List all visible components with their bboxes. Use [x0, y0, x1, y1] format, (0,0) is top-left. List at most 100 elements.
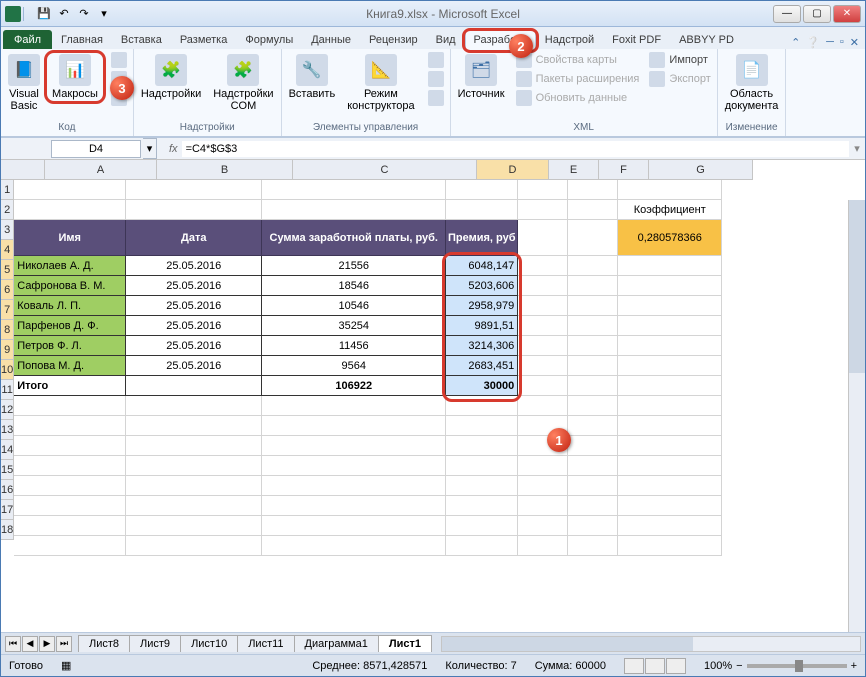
- cell-coef-value[interactable]: 0,280578366: [618, 220, 722, 256]
- cell-F15[interactable]: [568, 476, 618, 496]
- cell-G18[interactable]: [618, 536, 722, 556]
- cell-B16[interactable]: [126, 496, 262, 516]
- namebox-dropdown[interactable]: ▾: [143, 138, 157, 159]
- cell-date-8[interactable]: 25.05.2016: [126, 336, 262, 356]
- cell-E3[interactable]: [518, 220, 568, 256]
- formula-bar[interactable]: [182, 141, 849, 157]
- cell-name-5[interactable]: Сафронова В. М.: [14, 276, 126, 296]
- cell-A12[interactable]: [14, 416, 126, 436]
- row-header-6[interactable]: 6: [1, 280, 14, 300]
- sheet-tab-Лист11[interactable]: Лист11: [237, 635, 294, 652]
- cell-E16[interactable]: [518, 496, 568, 516]
- redo-button[interactable]: ↷: [75, 5, 93, 23]
- cell-B18[interactable]: [126, 536, 262, 556]
- insert-control-button[interactable]: 🔧 Вставить: [284, 51, 341, 103]
- cell-sum-6[interactable]: 10546: [262, 296, 446, 316]
- cell-B15[interactable]: [126, 476, 262, 496]
- view-layout-button[interactable]: [645, 658, 665, 674]
- row-header-1[interactable]: 1: [1, 180, 14, 200]
- tab-abbyy[interactable]: ABBYY PD: [670, 30, 743, 49]
- cell-bonus-4[interactable]: 6048,147: [446, 256, 518, 276]
- design-mode-button[interactable]: 📐 Режим конструктора: [342, 51, 419, 115]
- cell-E9[interactable]: [518, 356, 568, 376]
- header-name[interactable]: Имя: [14, 220, 126, 256]
- cell-E2[interactable]: [518, 200, 568, 220]
- sheet-nav-next[interactable]: ▶: [39, 636, 55, 652]
- row-header-7[interactable]: 7: [1, 300, 14, 320]
- cell-G5[interactable]: [618, 276, 722, 296]
- zoom-thumb[interactable]: [795, 660, 803, 672]
- cell-C18[interactable]: [262, 536, 446, 556]
- cell-B1[interactable]: [126, 180, 262, 200]
- cell-date-7[interactable]: 25.05.2016: [126, 316, 262, 336]
- cell-F10[interactable]: [568, 376, 618, 396]
- cell-A15[interactable]: [14, 476, 126, 496]
- cell-F14[interactable]: [568, 456, 618, 476]
- cell-sum-8[interactable]: 11456: [262, 336, 446, 356]
- row-header-9[interactable]: 9: [1, 340, 14, 360]
- cell-D13[interactable]: [446, 436, 518, 456]
- sheet-nav-last[interactable]: ⏭: [56, 636, 72, 652]
- col-header-F[interactable]: F: [599, 160, 649, 180]
- tab-developer[interactable]: Разработч: [465, 30, 536, 50]
- close-button[interactable]: ✕: [833, 5, 861, 23]
- cell-date-5[interactable]: 25.05.2016: [126, 276, 262, 296]
- zoom-slider[interactable]: [747, 664, 847, 668]
- cell-G10[interactable]: [618, 376, 722, 396]
- cell-B11[interactable]: [126, 396, 262, 416]
- cell-E12[interactable]: [518, 416, 568, 436]
- cell-C15[interactable]: [262, 476, 446, 496]
- macros-button[interactable]: 📊 Макросы: [47, 51, 103, 103]
- cell-F17[interactable]: [568, 516, 618, 536]
- cell-sum-5[interactable]: 18546: [262, 276, 446, 296]
- cell-G15[interactable]: [618, 476, 722, 496]
- cell-F5[interactable]: [568, 276, 618, 296]
- sheet-tab-Лист1[interactable]: Лист1: [378, 635, 432, 652]
- cell-D2[interactable]: [446, 200, 518, 220]
- cell-total-label[interactable]: Итого: [14, 376, 126, 396]
- undo-button[interactable]: ↶: [55, 5, 73, 23]
- view-code-button[interactable]: [424, 70, 448, 88]
- hscroll-thumb[interactable]: [442, 637, 693, 651]
- cell-total-bonus[interactable]: 30000: [446, 376, 518, 396]
- cell-bonus-9[interactable]: 2683,451: [446, 356, 518, 376]
- cell-sum-7[interactable]: 35254: [262, 316, 446, 336]
- cell-G13[interactable]: [618, 436, 722, 456]
- cell-F6[interactable]: [568, 296, 618, 316]
- record-macro-button[interactable]: [107, 51, 131, 69]
- cell-D18[interactable]: [446, 536, 518, 556]
- run-dialog-button[interactable]: [424, 89, 448, 107]
- cell-A14[interactable]: [14, 456, 126, 476]
- cell-F16[interactable]: [568, 496, 618, 516]
- row-header-10[interactable]: 10: [1, 360, 14, 380]
- col-header-B[interactable]: B: [157, 160, 293, 180]
- tab-addins[interactable]: Надстрой: [536, 30, 603, 49]
- cell-A13[interactable]: [14, 436, 126, 456]
- cell-G6[interactable]: [618, 296, 722, 316]
- cell-E18[interactable]: [518, 536, 568, 556]
- properties-button[interactable]: [424, 51, 448, 69]
- cell-B13[interactable]: [126, 436, 262, 456]
- cell-E6[interactable]: [518, 296, 568, 316]
- cell-B10[interactable]: [126, 376, 262, 396]
- cell-F12[interactable]: [568, 416, 618, 436]
- fx-icon[interactable]: fx: [169, 143, 178, 155]
- cell-C2[interactable]: [262, 200, 446, 220]
- cell-bonus-8[interactable]: 3214,306: [446, 336, 518, 356]
- cell-E5[interactable]: [518, 276, 568, 296]
- cell-E14[interactable]: [518, 456, 568, 476]
- cell-G9[interactable]: [618, 356, 722, 376]
- cell-name-4[interactable]: Николаев А. Д.: [14, 256, 126, 276]
- cell-F9[interactable]: [568, 356, 618, 376]
- col-header-C[interactable]: C: [293, 160, 477, 180]
- maximize-button[interactable]: ▢: [803, 5, 831, 23]
- cell-B12[interactable]: [126, 416, 262, 436]
- cell-F13[interactable]: [568, 436, 618, 456]
- tab-foxit[interactable]: Foxit PDF: [603, 30, 670, 49]
- col-header-G[interactable]: G: [649, 160, 753, 180]
- vertical-scrollbar[interactable]: [848, 200, 865, 632]
- cell-G16[interactable]: [618, 496, 722, 516]
- horizontal-scrollbar[interactable]: [441, 636, 861, 652]
- cell-A1[interactable]: [14, 180, 126, 200]
- view-normal-button[interactable]: [624, 658, 644, 674]
